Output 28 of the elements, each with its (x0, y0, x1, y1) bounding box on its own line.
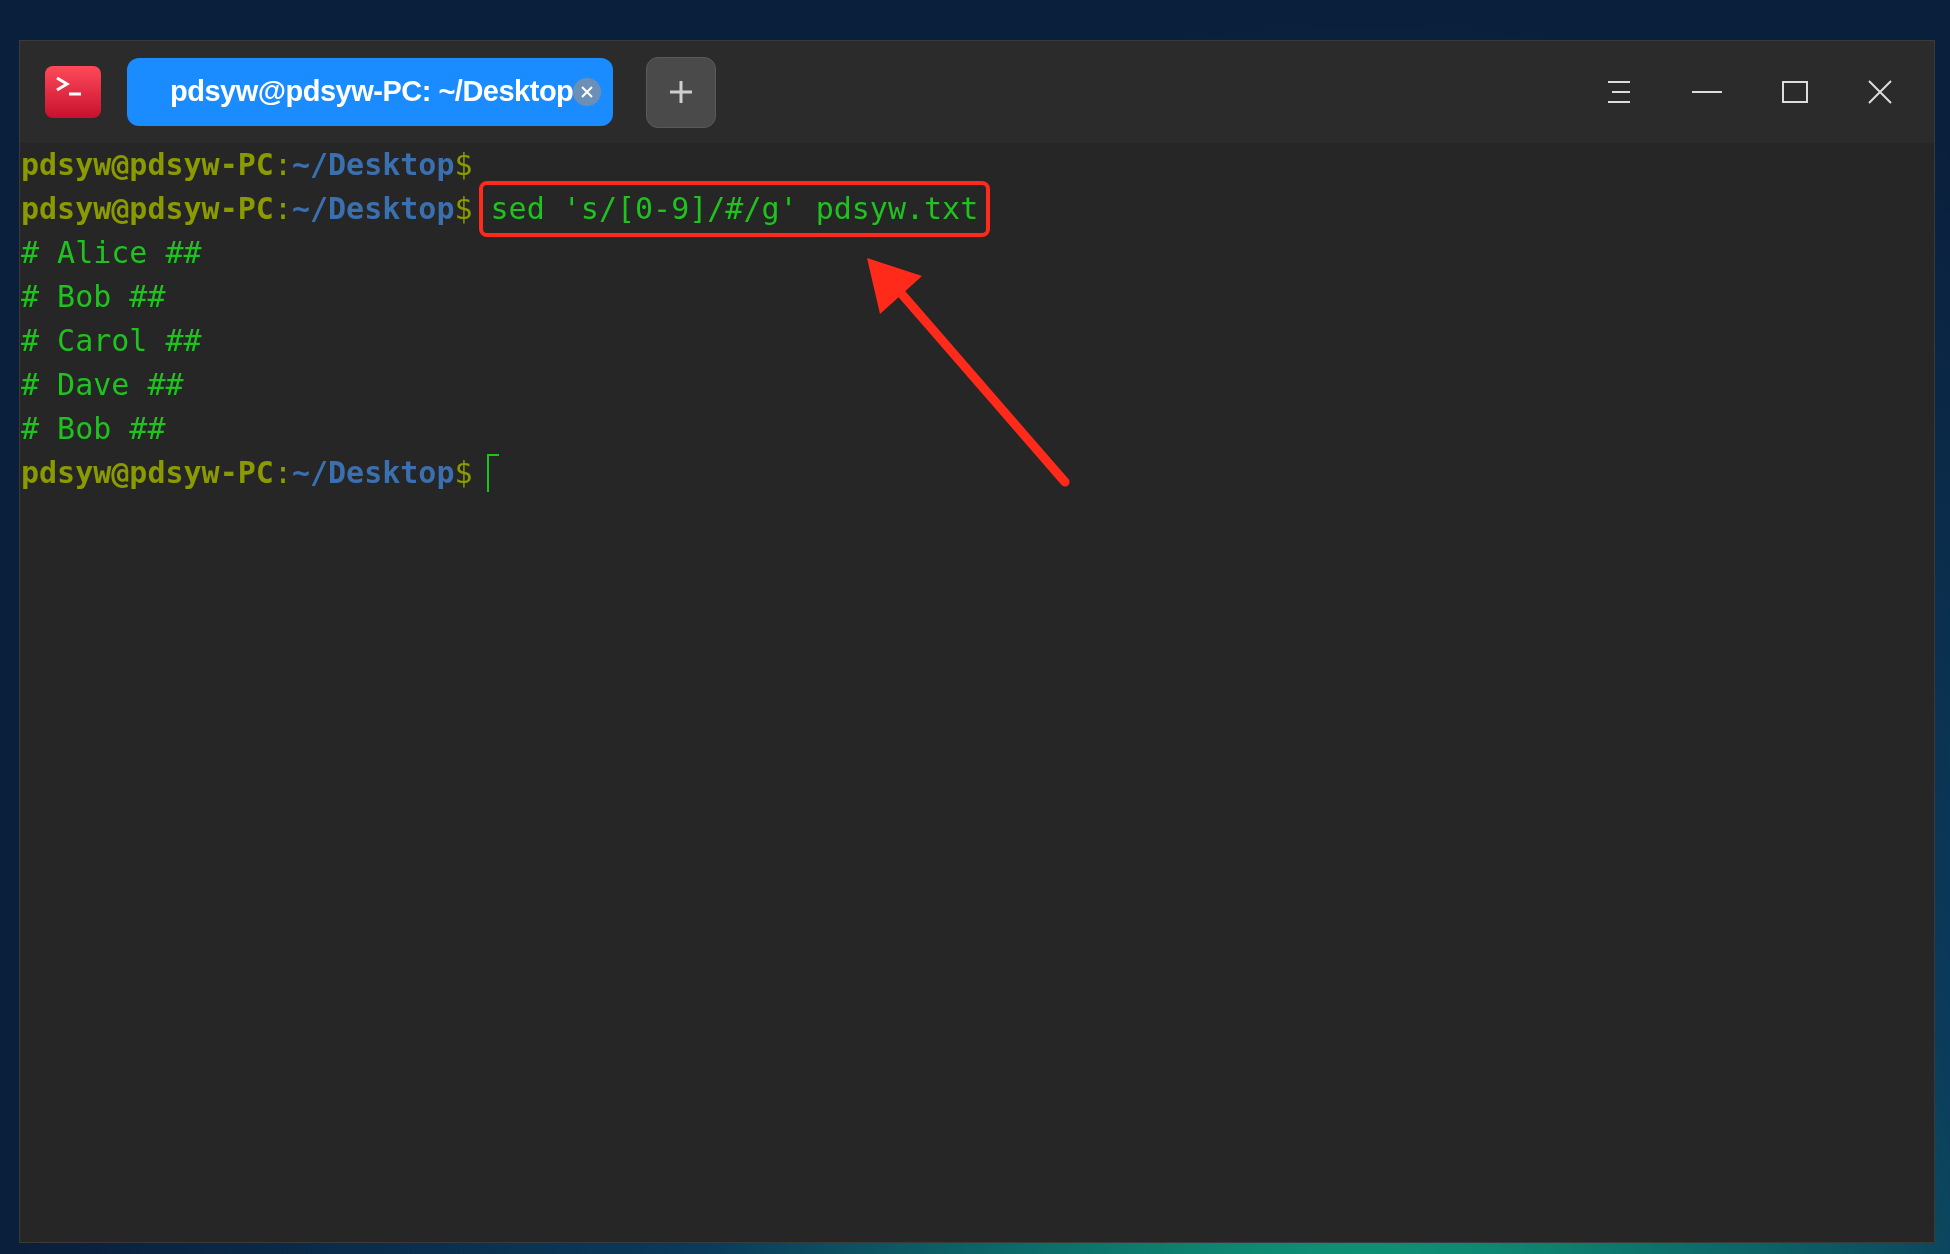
tab-label: pdsyw@pdsyw-PC: ~/Desktop (170, 74, 574, 110)
prompt-symbol: $ (454, 190, 473, 228)
prompt-separator: : (273, 146, 292, 184)
prompt-symbol: $ (454, 146, 473, 184)
prompt-user: pdsyw@pdsyw-PC (21, 146, 274, 184)
terminal-icon[interactable] (45, 66, 101, 118)
prompt-symbol: $ (454, 454, 473, 492)
terminal-tab[interactable]: pdsyw@pdsyw-PC: ~/Desktop (127, 58, 613, 126)
maximize-icon[interactable] (1782, 81, 1808, 103)
prompt-separator: : (273, 454, 292, 492)
output-line: # Carol ## (21, 322, 202, 360)
minimize-icon[interactable] (1692, 90, 1722, 94)
prompt-path: ~/Desktop (291, 454, 455, 492)
output-line: # Alice ## (21, 234, 202, 272)
command-text: sed 's/[0-9]/#/g' pdsyw.txt (490, 190, 979, 228)
output-line: # Bob ## (21, 410, 166, 448)
new-tab-button[interactable] (646, 56, 716, 128)
prompt-user: pdsyw@pdsyw-PC (21, 454, 274, 492)
output-line: # Dave ## (21, 366, 184, 404)
prompt-separator: : (273, 190, 292, 228)
menu-icon[interactable] (1606, 80, 1632, 104)
close-icon[interactable] (1868, 80, 1892, 104)
tab-close-icon[interactable] (573, 78, 602, 106)
output-line: # Bob ## (21, 278, 166, 316)
prompt-path: ~/Desktop (291, 146, 455, 184)
plus-icon (668, 79, 694, 105)
prompt-path: ~/Desktop (291, 190, 455, 228)
prompt-user: pdsyw@pdsyw-PC (21, 190, 274, 228)
